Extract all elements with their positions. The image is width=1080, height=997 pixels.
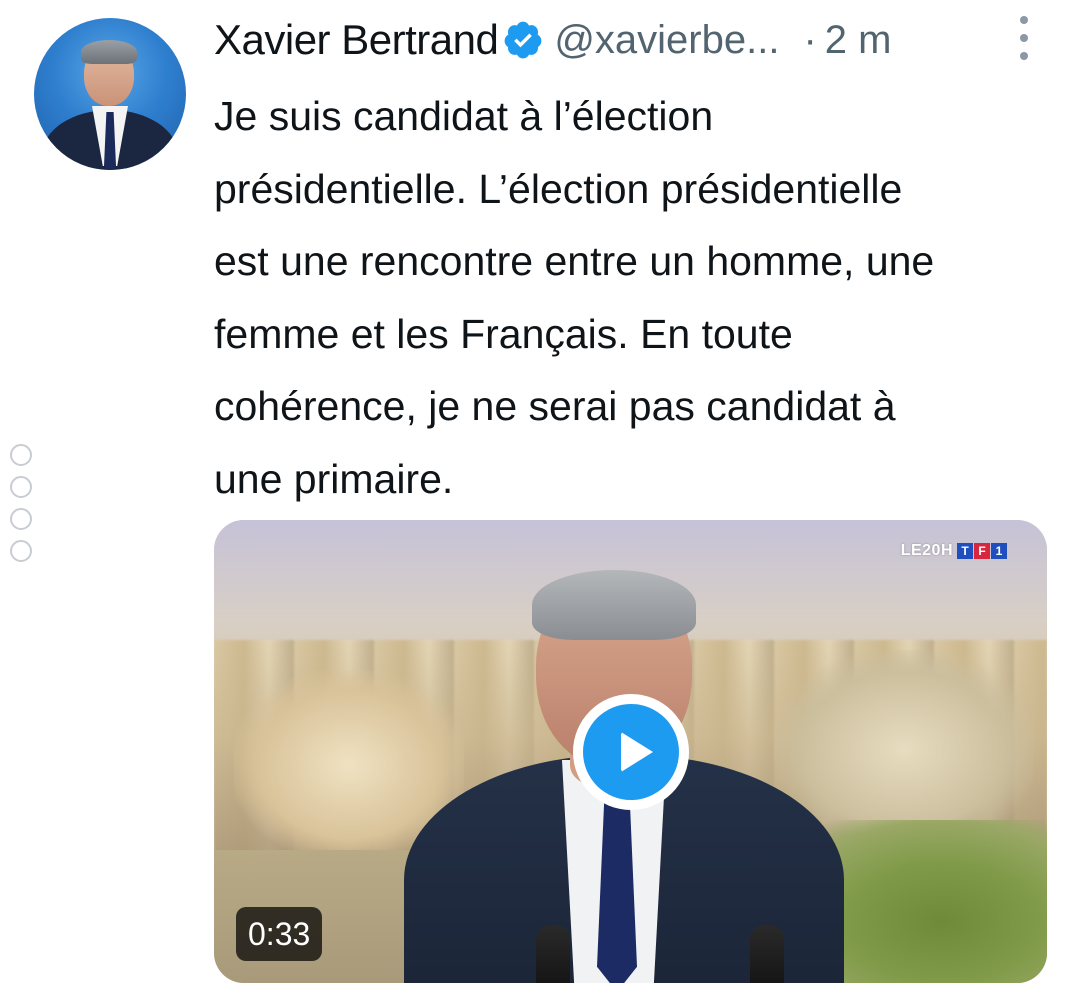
header-separator: · [803,17,817,62]
verified-badge-icon [504,21,542,59]
microphone [750,925,784,983]
tweet-text-line: cohérence, je ne serai pas candidat à [214,383,896,429]
more-dot [1020,16,1028,24]
tweet-text-line: présidentielle. L’élection présidentiell… [214,165,903,212]
more-dot [1020,34,1028,42]
microphone [536,925,570,983]
video-frame-person-hair [532,570,696,640]
tweet: Xavier Bertrand @xavierbe... · 2 m Je su… [0,0,1080,997]
play-icon [583,704,679,800]
tweet-text-line: une primaire. [214,455,454,502]
avatar-hair [81,40,137,64]
broadcast-show-name: LE20H [900,542,953,559]
channel-letter: 1 [991,543,1007,559]
channel-letter: T [957,543,973,559]
thread-connector [10,444,36,572]
thread-dot [10,476,32,498]
author-name[interactable]: Xavier Bertrand [214,16,499,64]
thread-dot [10,444,32,466]
author-handle[interactable]: @xavierbe... [554,18,779,63]
tweet-text-line: est une rencontre entre un homme, une [214,238,935,284]
tweet-text-line: Je suis candidat à l’élection [214,93,714,139]
tweet-text: Je suis candidat à l’élection présidenti… [214,80,1044,515]
tweet-timestamp[interactable]: 2 m [825,18,892,63]
video-duration: 0:33 [236,907,323,961]
broadcast-logo: LE20H T F 1 [901,542,1007,560]
more-vertical-icon[interactable] [1014,16,1034,60]
play-button[interactable] [573,694,689,810]
video-player[interactable]: LE20H T F 1 0:33 [214,520,1047,983]
tweet-text-line: femme et les Français. En toute [214,310,793,357]
thread-dot [10,508,32,530]
more-dot [1020,52,1028,60]
tweet-header: Xavier Bertrand @xavierbe... · 2 m [214,10,1044,70]
author-avatar[interactable] [34,18,186,170]
channel-logo: T F 1 [956,543,1007,559]
channel-letter: F [974,543,990,559]
thread-dot [10,540,32,562]
